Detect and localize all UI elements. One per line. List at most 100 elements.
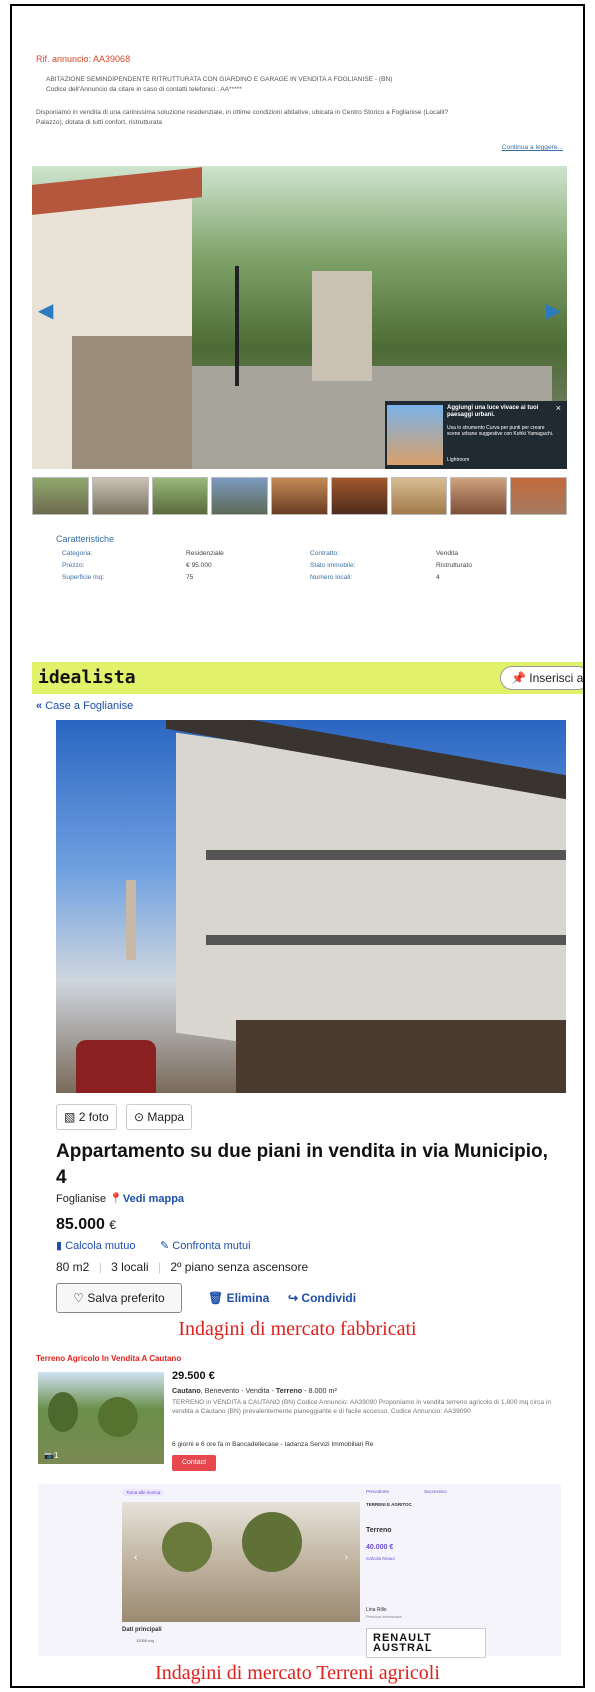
terreno-size: - 8.000 m² (302, 1386, 337, 1395)
photo-count-value: 1 (53, 1451, 59, 1460)
row-label: Contratto: (310, 550, 339, 557)
location-name: Foglianise (56, 1193, 107, 1205)
listing-description-1: Disponiamo in vendita di una carinissima… (36, 109, 449, 116)
insert-ad-button[interactable]: 📌 Inserisci a (500, 666, 584, 690)
next-photo-arrow[interactable]: › (345, 1552, 348, 1563)
balcony-rail (206, 935, 566, 945)
apartment-photo[interactable] (56, 720, 566, 1093)
olive-tree (242, 1512, 302, 1572)
type-tag: TERRENI E AGRITOC (366, 1502, 412, 1507)
delete-button[interactable]: 🗑 Elimina (208, 1291, 269, 1305)
map-pin-icon: 📍 (109, 1193, 123, 1205)
detail-title: Terreno (366, 1527, 392, 1534)
row-label: Categoria: (62, 550, 93, 557)
photo-count: 📷1 (44, 1451, 58, 1460)
listing-description-2: Palazzo), dotata di tutti confort, ristr… (36, 119, 163, 126)
thumbnail[interactable] (330, 477, 388, 515)
image-icon: ▧ (64, 1110, 76, 1124)
terreno-label[interactable]: Terreno Agricolo In Vendita A Cautano (36, 1354, 181, 1363)
page-frame: Rif. annuncio: AA39068 ABITAZIONE SEMIND… (10, 4, 585, 1688)
prev-listing-link[interactable]: Precedente (366, 1489, 389, 1494)
caratteristiche-row: Prezzo: € 95.000 Stato immobile: Ristrut… (62, 562, 512, 574)
ad-line: AUSTRAL (373, 1642, 433, 1654)
thumbnail[interactable] (211, 477, 269, 515)
trash-icon: 🗑 (208, 1291, 224, 1305)
row-value: 75 (186, 574, 194, 581)
thumbnail[interactable] (32, 477, 89, 515)
caratteristiche-title: Caratteristiche (56, 534, 115, 544)
thumbnail[interactable] (151, 477, 209, 515)
back-to-search-button[interactable]: Torna alle ricerca (122, 1489, 165, 1496)
thumbnail[interactable] (91, 477, 149, 515)
thumbnail[interactable] (510, 477, 568, 515)
stone-wall (72, 336, 192, 469)
caratteristiche-row: Categoria: Residenziale Contratto: Vendi… (62, 550, 512, 562)
terreno-type: Terreno (275, 1386, 303, 1395)
share-button[interactable]: ↪ Condividi (288, 1291, 356, 1305)
main-photo[interactable]: ◀ ▶ Aggiungi una luce vivace ai tuoi pae… (32, 166, 567, 469)
terreno-description: TERRENO in VENDITA a CAUTANO (BN) Codice… (172, 1399, 552, 1415)
insert-ad-label: Inserisci a (529, 671, 584, 685)
confronta-mutui-link[interactable]: ✎ Confronta mutui (160, 1239, 251, 1252)
map-chip-label: Mappa (147, 1110, 185, 1124)
popup-image (387, 405, 443, 465)
map-chip[interactable]: ⊙ Mappa (126, 1104, 193, 1130)
terreno-town: Cautano (172, 1386, 201, 1395)
bar-chart-icon: ▮ (56, 1240, 63, 1252)
area-value: 12000 mq (136, 1638, 154, 1643)
idealista-logo[interactable]: idealista (38, 667, 136, 688)
caratteristiche-row: Superficie mq: 75 Numero locali: 4 (62, 574, 512, 586)
popup-title: Aggiungi una luce vivace ai tuoi paesagg… (447, 405, 539, 418)
double-chevron-left-icon: « (36, 700, 43, 712)
thumbnail[interactable] (271, 477, 328, 515)
continue-reading-link[interactable]: Continua a leggere... (502, 144, 563, 151)
listing-title: Appartamento su due piani in vendita in … (56, 1141, 548, 1188)
church-tower (126, 880, 136, 960)
camera-icon: 📷 (44, 1451, 54, 1460)
calc-mutuo-link[interactable]: ▮ Calcola mutuo (56, 1239, 135, 1252)
feature-list: 80 m2 | 3 locali | 2º piano senza ascens… (56, 1260, 308, 1274)
ad-popup[interactable]: Aggiungi una luce vivace ai tuoi paesagg… (385, 401, 567, 469)
main-data-heading: Dati principali (122, 1627, 162, 1633)
pencil-icon: ✎ (160, 1240, 170, 1252)
popup-close-icon[interactable]: × (556, 403, 561, 413)
next-photo-arrow[interactable]: ▶ (546, 298, 561, 323)
popup-brand: Lightroom (447, 457, 470, 463)
terreno-photo[interactable]: 📷1 (38, 1372, 164, 1464)
back-link[interactable]: « Case a Foglianise (36, 700, 133, 712)
photos-chip[interactable]: ▧ 2 foto (56, 1104, 117, 1130)
thumbnail[interactable] (450, 477, 508, 515)
detail-calc-link[interactable]: Calcola Mutuo (366, 1556, 395, 1561)
location-line: Foglianise 📍Vedi mappa (56, 1192, 184, 1205)
row-value: € 95.000 (186, 562, 212, 569)
feature-floor: 2º piano senza ascensore (170, 1260, 309, 1274)
next-listing-link[interactable]: Successivo (424, 1489, 447, 1494)
stone-pillar (312, 271, 372, 381)
listing-price: 85.000 € (56, 1216, 116, 1234)
thumbnail[interactable] (390, 477, 448, 515)
contact-button[interactable]: Contact (172, 1455, 216, 1471)
prev-photo-arrow[interactable]: ‹ (134, 1552, 137, 1563)
prev-photo-arrow[interactable]: ◀ (38, 298, 53, 323)
row-value: Vendita (436, 550, 458, 557)
pin-icon: 📌 (511, 671, 526, 685)
terreno-agency: 6 giorni e 6 ore fa in Bancadellecase - … (172, 1441, 374, 1448)
location-pin-icon: ⊙ (134, 1110, 145, 1124)
renault-ad[interactable]: RENAULT AUSTRAL (366, 1628, 486, 1658)
agent-name: Lina Rillo (366, 1607, 387, 1613)
delete-label: Elimina (226, 1291, 270, 1305)
caption-fabbricati: Indagini di mercato fabbricati (178, 1318, 417, 1340)
terreno-province: , Benevento - Vendita - (200, 1386, 276, 1395)
price-value: 85.000 (56, 1216, 105, 1233)
see-map-link[interactable]: Vedi mappa (123, 1193, 184, 1205)
confronta-mutui-label: Confronta mutui (172, 1240, 251, 1252)
idealista-header: idealista 📌 Inserisci a (32, 662, 584, 694)
balcony-rail (206, 850, 566, 860)
tree (48, 1392, 78, 1432)
share-label: Condividi (301, 1291, 357, 1305)
terreno-detail-photo[interactable]: ‹ › (122, 1502, 360, 1622)
terreno-location-line: Cautano, Benevento - Vendita - Terreno -… (172, 1386, 337, 1395)
listing-reference: Rif. annuncio: AA39068 (36, 54, 131, 64)
row-label: Stato immobile: (310, 562, 356, 569)
save-favorite-button[interactable]: ♡ Salva preferito (56, 1283, 182, 1313)
